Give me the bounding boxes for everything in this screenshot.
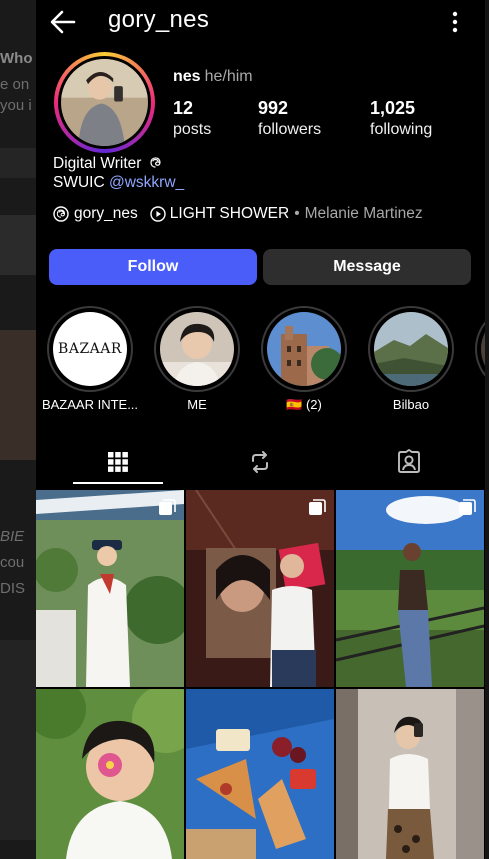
following-count: 1,025 [370,98,416,118]
highlight-me[interactable] [154,306,240,392]
post-image [336,490,484,687]
follow-button[interactable]: Follow [49,249,257,285]
followers-label: followers [258,121,322,138]
bio: Digital Writer SWUIC @wskkrw_ [53,154,184,192]
followers-stat[interactable]: 992 followers [258,98,321,139]
carousel-icon [309,499,326,515]
highlight-label: Bilbao [392,397,430,412]
post-image [186,490,334,687]
background-text: you i [0,97,32,114]
song-title: LIGHT SHOWER [169,205,290,222]
highlight-cover [481,312,485,386]
profile-avatar[interactable] [54,52,155,153]
play-circle-icon [150,206,166,222]
threads-badge[interactable]: gory_nes [53,205,138,223]
post-thumbnail[interactable] [336,689,484,859]
carousel-icon [459,499,476,515]
bio-line: SWUIC [53,174,105,191]
carousel-icon [159,499,176,515]
followers-count: 992 [258,98,289,118]
profile-panel: gory_nes nes he/him 12 posts 992 followe… [36,0,485,859]
more-options-button[interactable] [451,10,459,34]
grid-icon [108,452,128,472]
post-thumbnail[interactable] [36,689,184,859]
post-image [36,689,184,859]
profile-tabs [36,440,485,484]
posts-label: posts [173,121,212,138]
background-text: DIS [0,580,26,597]
background-page-edge [485,0,489,859]
name-pronouns: nes he/him [173,68,253,86]
tab-reposts[interactable] [215,440,305,484]
threads-handle: gory_nes [74,205,138,222]
background-text: cou [0,554,25,571]
bio-mention-link[interactable]: @wskkrw_ [109,174,184,191]
highlight-label: 🇪🇸 (2) [286,397,322,412]
highlight-cover [160,312,234,386]
background-text: Who [0,50,33,67]
back-button[interactable] [48,8,78,36]
message-button[interactable]: Message [263,249,471,285]
post-image [36,490,184,687]
posts-stat[interactable]: 12 posts [173,98,211,139]
bazaar-logo: BAZAAR [58,341,122,357]
post-thumbnail[interactable] [336,490,484,687]
background-text: e on [0,76,30,93]
highlight-cover [374,312,448,386]
avatar-photo [61,59,148,146]
more-vertical-icon [452,11,458,33]
threads-icon [150,157,161,168]
song-separator: • [294,205,300,222]
following-stat[interactable]: 1,025 following [370,98,432,139]
posts-count: 12 [173,98,194,118]
tab-tagged[interactable] [364,440,454,484]
background-page: Who e on you i BIE cou DIS [0,0,36,859]
post-image [186,689,334,859]
highlight-partial[interactable] [475,306,485,392]
post-thumbnail[interactable] [186,689,334,859]
highlight-label: BAZAAR INTE... [41,397,139,412]
tab-posts-grid[interactable] [73,440,163,484]
background-text: BIE [0,528,25,545]
display-name: nes [173,68,201,85]
music-badge[interactable]: LIGHT SHOWER • Melanie Martinez [150,205,423,223]
highlight-bazaar[interactable]: BAZAAR [47,306,133,392]
active-tab-indicator [73,482,163,484]
post-thumbnail[interactable] [36,490,184,687]
highlight-spain[interactable] [261,306,347,392]
following-label: following [370,121,433,138]
highlight-cover [267,312,341,386]
highlight-label: ME [187,397,207,412]
profile-header: gory_nes [36,0,485,44]
highlight-cover: BAZAAR [53,312,127,386]
tagged-person-icon [398,449,420,473]
post-image [336,689,484,859]
repost-icon [252,451,268,473]
links-row: gory_nes LIGHT SHOWER • Melanie Martinez [53,205,423,223]
highlight-bilbao[interactable] [368,306,454,392]
song-artist: Melanie Martinez [304,205,423,222]
bio-line: Digital Writer [53,155,142,172]
arrow-left-icon [50,10,76,34]
threads-icon [53,206,69,222]
username-title: gory_nes [108,6,210,33]
post-thumbnail[interactable] [186,490,334,687]
pronouns: he/him [204,68,253,85]
